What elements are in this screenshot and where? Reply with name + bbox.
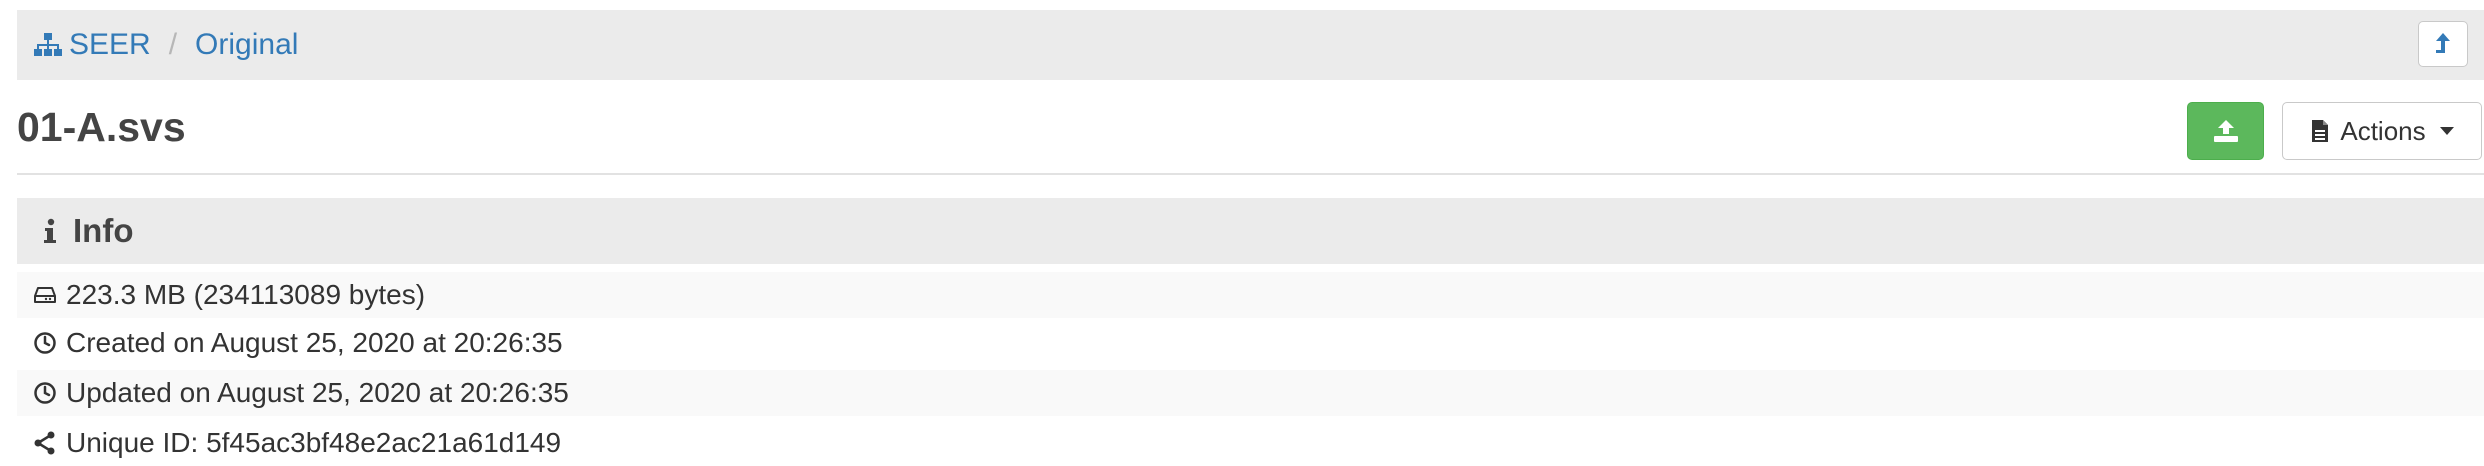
breadcrumb-label: SEER bbox=[69, 28, 151, 61]
breadcrumb-item-original[interactable]: Original bbox=[195, 28, 298, 62]
file-size: 223.3 MB (234113089 bytes) bbox=[66, 279, 426, 310]
actions-label: Actions bbox=[2340, 115, 2426, 146]
caret-down-icon bbox=[2439, 127, 2454, 135]
created-timestamp: Created on August 25, 2020 at 20:26:35 bbox=[66, 327, 563, 358]
breadcrumb-item-seer[interactable]: SEER bbox=[33, 28, 151, 62]
info-icon bbox=[43, 218, 57, 244]
level-up-icon bbox=[2434, 32, 2452, 56]
hdd-icon bbox=[32, 286, 58, 304]
clock-icon bbox=[32, 381, 58, 405]
info-row-created: Created on August 25, 2020 at 20:26:35 bbox=[17, 320, 2484, 366]
upload-button[interactable] bbox=[2187, 102, 2264, 160]
breadcrumb-bar: SEER / Original bbox=[17, 10, 2484, 80]
unique-id: Unique ID: 5f45ac3bf48e2ac21a61d149 bbox=[66, 427, 562, 458]
page-title: 01-A.svs bbox=[17, 104, 186, 150]
info-panel-header: Info bbox=[17, 198, 2484, 264]
parent-folder-button[interactable] bbox=[2418, 21, 2468, 67]
file-icon bbox=[2310, 119, 2330, 143]
upload-icon bbox=[2213, 119, 2239, 143]
info-heading: Info bbox=[73, 212, 134, 249]
clock-icon bbox=[32, 331, 58, 355]
info-row-size: 223.3 MB (234113089 bytes) bbox=[17, 272, 2484, 318]
title-divider bbox=[17, 173, 2484, 175]
info-row-updated: Updated on August 25, 2020 at 20:26:35 bbox=[17, 370, 2484, 416]
actions-dropdown-button[interactable]: Actions bbox=[2282, 102, 2482, 160]
sitemap-icon bbox=[33, 32, 63, 58]
share-alt-icon bbox=[32, 431, 58, 455]
breadcrumb-separator: / bbox=[168, 28, 178, 61]
updated-timestamp: Updated on August 25, 2020 at 20:26:35 bbox=[66, 377, 569, 408]
info-row-unique-id: Unique ID: 5f45ac3bf48e2ac21a61d149 bbox=[17, 420, 2484, 466]
breadcrumb: SEER / Original bbox=[33, 28, 298, 62]
